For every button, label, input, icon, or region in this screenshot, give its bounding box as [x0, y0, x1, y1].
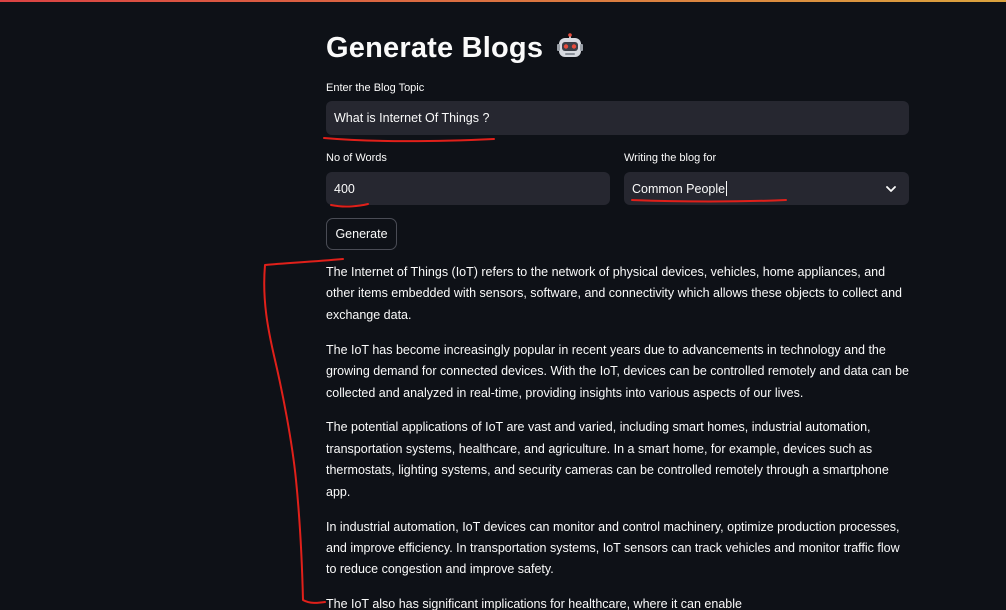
topic-input[interactable]: What is Internet Of Things ?: [326, 101, 909, 135]
top-decoration-bar: [0, 0, 1006, 2]
robot-icon: [557, 33, 584, 57]
blog-paragraph: The IoT has become increasingly popular …: [326, 342, 909, 400]
topic-underline-mark: [323, 137, 495, 143]
page-title: Generate Blogs: [326, 31, 544, 64]
words-label: No of Words: [326, 152, 387, 164]
generated-blog: The Internet of Things (IoT) refers to t…: [326, 262, 909, 610]
topic-label: Enter the Blog Topic: [326, 82, 425, 94]
blog-paragraph: The IoT also has significant implication…: [326, 597, 742, 610]
title-row: Generate Blogs: [326, 28, 585, 68]
blog-paragraph: In industrial automation, IoT devices ca…: [326, 519, 900, 577]
words-input-value: 400: [334, 181, 355, 196]
text-cursor: [726, 181, 728, 196]
words-input[interactable]: 400: [326, 172, 610, 205]
chevron-down-icon: [886, 186, 896, 192]
blog-paragraph: The potential applications of IoT are va…: [326, 420, 889, 499]
blog-paragraph: The Internet of Things (IoT) refers to t…: [326, 265, 902, 322]
audience-select[interactable]: Common People: [624, 172, 909, 205]
topic-input-value: What is Internet Of Things ?: [334, 111, 490, 125]
app-page: Generate Blogs Enter the Blog Topic What…: [0, 0, 1006, 610]
audience-label: Writing the blog for: [624, 152, 717, 164]
audience-select-value: Common People: [632, 181, 726, 196]
generate-button[interactable]: Generate: [326, 218, 397, 250]
